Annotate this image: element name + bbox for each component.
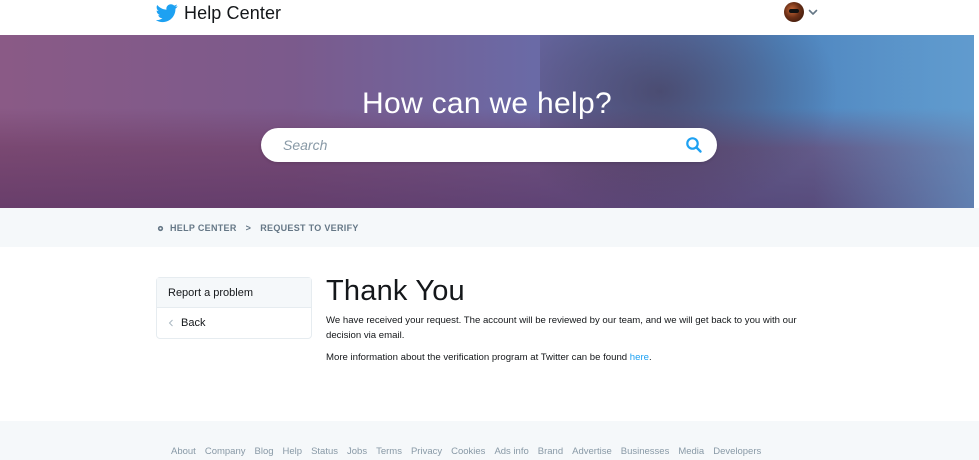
footer: About Company Blog Help Status Jobs Term… <box>0 421 979 460</box>
verification-info-link[interactable]: here <box>630 352 649 363</box>
footer-links: About Company Blog Help Status Jobs Term… <box>171 446 761 457</box>
main-content: Thank You We have received your request.… <box>326 273 826 365</box>
footer-link-businesses[interactable]: Businesses <box>621 446 670 457</box>
page-edge <box>974 35 979 208</box>
search-input[interactable] <box>283 128 663 162</box>
sidebar-item-label: Report a problem <box>168 286 253 299</box>
breadcrumb-separator: > <box>245 223 252 233</box>
top-navigation: Help Center <box>0 0 979 35</box>
hero-headline: How can we help? <box>362 87 612 120</box>
confirmation-message: We have received your request. The accou… <box>326 315 797 341</box>
footer-link-privacy[interactable]: Privacy <box>411 446 442 457</box>
hero-background-sky <box>814 35 974 208</box>
footer-link-brand[interactable]: Brand <box>538 446 563 457</box>
twitter-bird-icon <box>156 4 178 23</box>
breadcrumb-bar: HELP CENTER > REQUEST TO VERIFY <box>0 208 979 247</box>
help-center-icon <box>157 225 164 231</box>
footer-link-company[interactable]: Company <box>205 446 246 457</box>
help-center-home-link[interactable]: Help Center <box>156 2 281 24</box>
footer-link-developers[interactable]: Developers <box>713 446 761 457</box>
footer-link-ads-info[interactable]: Ads info <box>494 446 528 457</box>
sidebar-item-back[interactable]: Back <box>157 308 311 338</box>
site-title: Help Center <box>184 2 282 23</box>
footer-link-jobs[interactable]: Jobs <box>347 446 367 457</box>
footer-link-blog[interactable]: Blog <box>255 446 274 457</box>
hero-banner: How can we help? <box>0 35 974 208</box>
account-menu[interactable] <box>784 2 818 22</box>
chevron-down-icon <box>808 9 818 15</box>
verification-info: More information about the verification … <box>326 350 826 365</box>
avatar <box>784 2 804 22</box>
footer-link-about[interactable]: About <box>171 446 196 457</box>
sidebar-item-report-a-problem[interactable]: Report a problem <box>157 278 311 308</box>
footer-link-cookies[interactable]: Cookies <box>451 446 485 457</box>
breadcrumb: HELP CENTER > REQUEST TO VERIFY <box>157 223 359 233</box>
search-box <box>261 128 717 162</box>
sidebar: Report a problem Back <box>156 277 312 339</box>
sidebar-item-label: Back <box>181 317 206 329</box>
footer-link-media[interactable]: Media <box>678 446 704 457</box>
breadcrumb-request-to-verify[interactable]: REQUEST TO VERIFY <box>260 223 358 233</box>
page-title: Thank You <box>326 275 465 307</box>
chevron-left-icon <box>168 319 173 327</box>
footer-link-status[interactable]: Status <box>311 446 338 457</box>
footer-link-terms[interactable]: Terms <box>376 446 402 457</box>
breadcrumb-help-center[interactable]: HELP CENTER <box>170 223 237 233</box>
search-icon[interactable] <box>685 136 703 154</box>
verification-info-end: . <box>649 352 652 363</box>
footer-link-help[interactable]: Help <box>283 446 303 457</box>
verification-info-text: More information about the verification … <box>326 352 630 363</box>
footer-link-advertise[interactable]: Advertise <box>572 446 612 457</box>
hero-background-person <box>540 35 840 208</box>
